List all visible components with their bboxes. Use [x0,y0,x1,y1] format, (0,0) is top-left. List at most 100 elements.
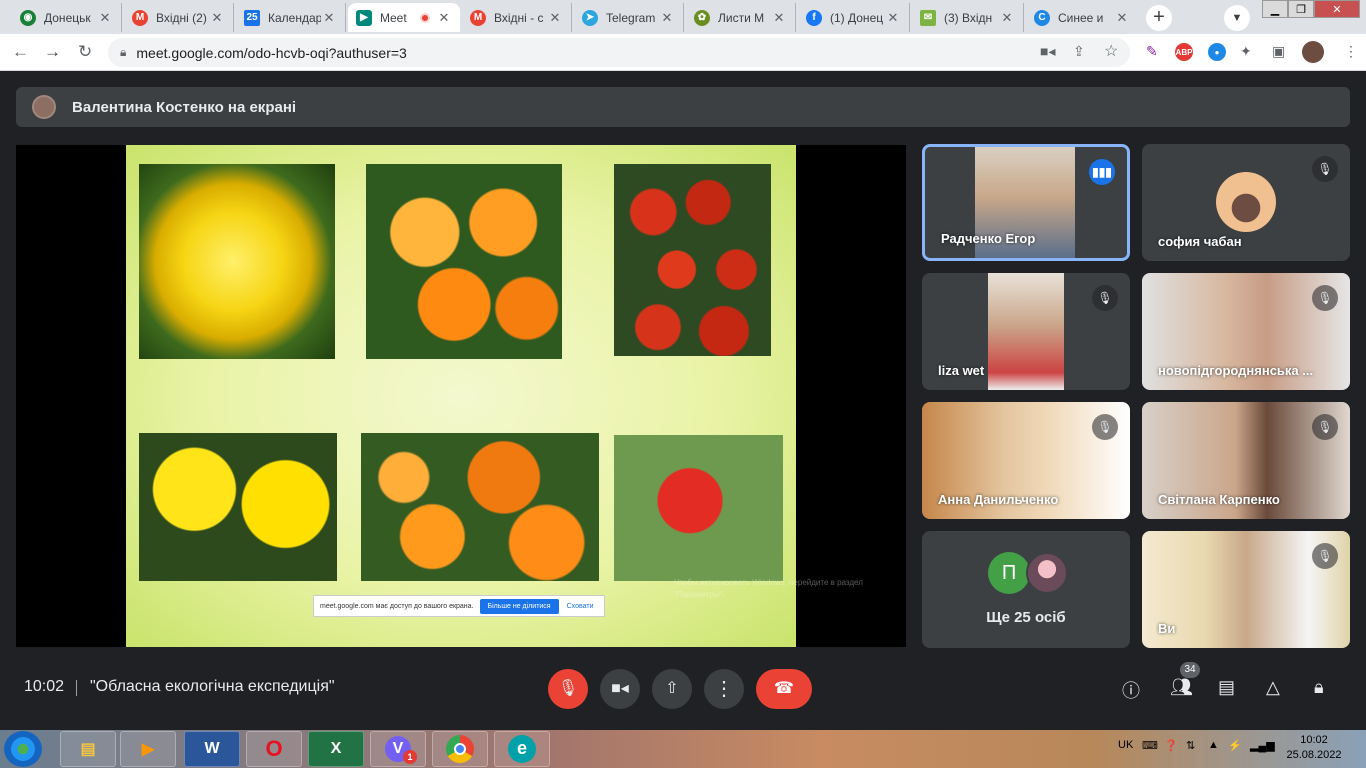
stop-sharing-button[interactable]: Більше не ділитися [479,598,559,614]
browser-tab[interactable]: C Синее и ✕ [1026,3,1138,32]
more-participants-tile[interactable]: П Ще 25 осіб [922,531,1130,648]
tab-close-icon[interactable]: ✕ [547,10,563,26]
leave-call-button[interactable]: ☎ [756,669,812,709]
network-icon[interactable]: ⇅ [1186,739,1195,752]
tab-close-icon[interactable]: ✕ [209,10,225,26]
tab-close-icon[interactable]: ✕ [1114,10,1130,26]
mic-toggle-button[interactable]: 🎙︎ [548,669,588,709]
browser-tab[interactable]: f (1) Донец ✕ [798,3,910,32]
recording-icon [420,12,430,23]
more-participants-label: Ще 25 осіб [986,609,1066,626]
self-tile[interactable]: 🎙︎ Ви [1142,531,1350,648]
share-icon[interactable]: ⇪ [1073,43,1085,60]
pen-extension-icon[interactable]: ✎ [1146,43,1158,60]
camera-toggle-button[interactable]: ■◂ [600,669,640,709]
meeting-info-icon[interactable]: ⓘ [1122,677,1140,703]
mic-off-icon: 🎙︎ [1312,543,1338,569]
gmail-icon: M [132,9,148,26]
browser-tab[interactable]: 25 Календар ✕ [236,3,346,32]
browser-tab[interactable]: ◉ Донецьк ✕ [12,3,122,32]
help-icon[interactable]: ❓ [1164,739,1178,752]
taskbar-opera[interactable]: O [246,731,302,767]
tab-label: Meet [380,10,407,25]
signal-icon[interactable]: ▂▄▆ [1250,739,1275,752]
new-tab-button[interactable]: + [1146,5,1172,31]
tab-close-icon[interactable]: ✕ [999,10,1015,26]
participant-tile[interactable]: 🎙︎ софия чабан [1142,144,1350,261]
back-button[interactable]: ← [12,42,29,62]
participant-tile[interactable]: ▮▮▮ Радченко Егор [922,144,1130,261]
meeting-title: "Обласна екологічна експедиція" [90,678,335,695]
presenter-avatar [32,95,56,119]
participant-tile[interactable]: 🎙︎ новопідгороднянська ... [1142,273,1350,390]
browser-tab[interactable]: ➤ Telegram ✕ [574,3,684,32]
forward-button[interactable]: → [44,42,61,62]
menu-kebab-icon[interactable]: ⋮ [1344,43,1358,60]
taskbar-excel[interactable]: X [308,731,364,767]
camera-in-use-icon[interactable]: ■◂ [1040,43,1055,60]
tab-close-icon[interactable]: ✕ [659,10,675,26]
red-marigolds-photo [614,164,771,356]
participant-name: Анна Данильченко [938,492,1059,507]
host-controls-icon[interactable]: 🔒︎ [1314,677,1324,698]
screen-share-stage[interactable]: meet.google.com має доступ до вашого екр… [16,145,906,647]
bookmark-star-icon[interactable]: ☆ [1104,41,1118,61]
omnibox[interactable]: 🔒︎ meet.google.com/odo-hcvb-oqi?authuser… [108,38,1130,67]
keyboard-icon[interactable]: ⌨ [1142,739,1158,752]
mail-icon: ✉ [920,9,936,26]
taskbar-explorer[interactable]: ▤ [60,731,116,767]
power-icon[interactable]: ⚡ [1228,739,1242,752]
tab-close-icon[interactable]: ✕ [885,10,901,26]
tab-label: Telegram [606,10,656,25]
profile-avatar[interactable] [1302,41,1324,63]
participant-tile[interactable]: 🎙︎ Анна Данильченко [922,402,1130,519]
browser-tab[interactable]: M Вхідні (2) ✕ [124,3,234,32]
show-hidden-icons-icon[interactable]: ▲ [1208,739,1219,751]
people-icon[interactable]: 👥︎ [1170,677,1193,698]
tab-label: Листи М [718,10,765,25]
extension-icon[interactable]: ● [1208,43,1226,61]
present-screen-button[interactable]: ⇧ [652,669,692,709]
mic-off-icon: 🎙︎ [1092,414,1118,440]
participant-avatar [1026,552,1068,594]
tab-label: Вхідні (2) [156,10,207,25]
taskbar-media-player[interactable]: ▶ [120,731,176,767]
share-notice-text: meet.google.com має доступ до вашого екр… [320,602,474,610]
taskbar-app[interactable]: e [494,731,550,767]
activities-icon[interactable]: △ [1266,677,1280,698]
participant-name: Ви [1158,621,1176,636]
participant-tile[interactable]: 🎙︎ liza wet [922,273,1130,390]
reload-button[interactable]: ↻ [78,42,92,62]
language-indicator[interactable]: UK [1118,739,1133,751]
hide-notice-link[interactable]: Сховати [567,603,594,610]
presentation-slide: meet.google.com має доступ до вашого екр… [126,145,796,647]
close-window-button[interactable]: ✕ [1314,0,1360,18]
chat-icon[interactable]: ▤ [1218,677,1235,698]
tab-close-icon[interactable]: ✕ [771,10,787,26]
tab-close-icon[interactable]: ✕ [97,10,113,26]
taskbar-viber[interactable]: V 1 [370,731,426,767]
browser-tab[interactable]: ✿ Листи М ✕ [686,3,796,32]
browser-tab[interactable]: ✉ (3) Вхідн ✕ [912,3,1024,32]
browser-tab-active[interactable]: ▶ Meet ✕ [348,3,460,32]
taskbar-chrome[interactable] [432,731,488,767]
taskbar-word[interactable]: W [184,731,240,767]
yellow-marigolds-pair-photo [139,433,337,581]
start-button[interactable] [4,731,42,767]
presenter-banner: Валентина Костенко на екрані [16,87,1350,127]
extensions-puzzle-icon[interactable]: ✦ [1240,43,1252,60]
calendar-icon: 25 [244,9,260,26]
tab-close-icon[interactable]: ✕ [321,10,337,26]
more-options-button[interactable]: ⋮ [704,669,744,709]
tab-search-button[interactable]: ▼ [1224,5,1250,31]
side-panel-icon[interactable]: ▣ [1272,43,1285,60]
tab-close-icon[interactable]: ✕ [436,10,452,26]
participant-tile[interactable]: 🎙︎ Світлана Карпенко [1142,402,1350,519]
tab-favicon-icon: ◉ [20,9,36,26]
adblock-extension-icon[interactable]: ABP [1175,43,1193,61]
system-clock[interactable]: 10:02 25.08.2022 [1274,733,1354,763]
participant-name: новопідгороднянська ... [1158,363,1314,378]
maximize-button[interactable]: ❐ [1288,0,1314,18]
minimize-button[interactable]: ▁ [1262,0,1288,18]
browser-tab[interactable]: M Вхідні - с ✕ [462,3,572,32]
